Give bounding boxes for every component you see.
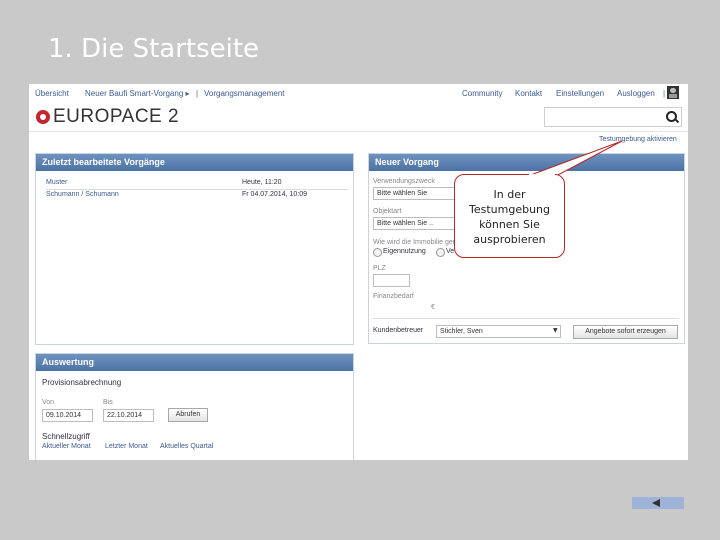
callout-text: In der Testumgebung können Sie ausprobie… <box>455 187 564 247</box>
column-header-name: Muster <box>46 179 68 186</box>
nav-community-link[interactable]: Community <box>462 89 502 98</box>
recent-case-name[interactable]: Schumann / Schumann <box>46 191 119 198</box>
plz-label: PLZ <box>373 265 386 272</box>
generate-offers-button[interactable]: Angebote sofort erzeugen <box>573 325 678 339</box>
finance-unit: € <box>431 304 435 311</box>
recent-cases-panel: Zuletzt bearbeitete Vorgänge Muster Heut… <box>35 153 354 345</box>
evaluation-panel: Auswertung Provisionsabrechnung Von 09.1… <box>35 353 354 460</box>
panel-header: Auswertung <box>36 354 353 371</box>
purpose-label: Verwendungszweck <box>373 178 435 185</box>
nav-logout-link[interactable]: Ausloggen <box>617 89 655 98</box>
column-header-date: Heute, 11:20 <box>242 179 282 186</box>
search-icon[interactable] <box>666 111 677 122</box>
row-divider <box>46 189 348 190</box>
plz-input[interactable] <box>373 274 410 287</box>
back-arrow-button[interactable] <box>632 497 684 509</box>
user-avatar-icon[interactable] <box>667 86 679 99</box>
usage-radio-rental[interactable] <box>436 248 445 257</box>
test-environment-link[interactable]: Testumgebung aktivieren <box>599 136 677 143</box>
to-label: Bis <box>103 399 113 406</box>
nav-settings-link[interactable]: Einstellungen <box>556 89 604 98</box>
purpose-select[interactable]: Bitte wählen Sie <box>373 187 458 200</box>
quick-link-current-month[interactable]: Aktueller Monat <box>42 443 91 450</box>
callout-line: Testumgebung <box>468 203 550 216</box>
object-type-select[interactable]: Bitte wählen Sie .. <box>373 217 458 230</box>
europace-logo-icon <box>36 110 50 124</box>
callout-line: ausprobieren <box>473 233 546 246</box>
slide-title: 1. Die Startseite <box>48 34 260 64</box>
quick-link-current-quarter[interactable]: Aktuelles Quartal <box>160 443 213 450</box>
logo-text: EUROPACE 2 <box>53 106 180 127</box>
finance-label: Finanzbedarf <box>373 293 414 300</box>
commission-section-title: Provisionsabrechnung <box>42 378 122 387</box>
nav-new-smart-case-link[interactable]: Neuer Baufi Smart-Vorgang ▸ <box>85 89 190 98</box>
fetch-button[interactable]: Abrufen <box>168 408 208 422</box>
search-input[interactable] <box>544 107 682 127</box>
nav-case-management-link[interactable]: Vorgangsmanagement <box>204 89 285 98</box>
nav-contact-link[interactable]: Kontakt <box>515 89 542 98</box>
nav-separator: | <box>196 89 199 98</box>
quick-link-last-month[interactable]: Letzter Monat <box>105 443 148 450</box>
top-navigation: Übersicht Neuer Baufi Smart-Vorgang ▸ | … <box>29 84 688 102</box>
chevron-down-icon: ▼ <box>553 327 558 334</box>
callout-box: In der Testumgebung können Sie ausprobie… <box>454 174 565 258</box>
callout-line: können Sie <box>479 218 540 231</box>
logo[interactable]: EUROPACE 2 <box>36 106 179 128</box>
usage-option-owner: Eigennutzung <box>383 248 426 255</box>
callout-line: In der <box>493 188 526 201</box>
from-label: Von <box>42 399 55 406</box>
advisor-label: Kundenbetreuer <box>373 327 424 334</box>
object-type-label: Objektart <box>373 208 402 215</box>
europace-app-screenshot: Übersicht Neuer Baufi Smart-Vorgang ▸ | … <box>29 84 688 460</box>
recent-case-date: Fr 04.07.2014, 10:09 <box>242 191 307 198</box>
usage-option-rental: Ve <box>446 248 455 255</box>
header-divider <box>29 131 688 132</box>
nav-overview-link[interactable]: Übersicht <box>35 89 69 98</box>
advisor-select[interactable]: Stichler, Sven <box>436 325 561 338</box>
quick-access-label: Schnellzugriff <box>42 432 90 441</box>
panel-header: Neuer Vorgang <box>369 154 684 171</box>
panel-divider <box>373 318 679 319</box>
nav-separator: | <box>663 89 666 98</box>
panel-header: Zuletzt bearbeitete Vorgänge <box>36 154 353 171</box>
to-date-input[interactable]: 22.10.2014 <box>103 409 154 422</box>
usage-radio-owner[interactable] <box>373 248 382 257</box>
from-date-input[interactable]: 09.10.2014 <box>42 409 93 422</box>
